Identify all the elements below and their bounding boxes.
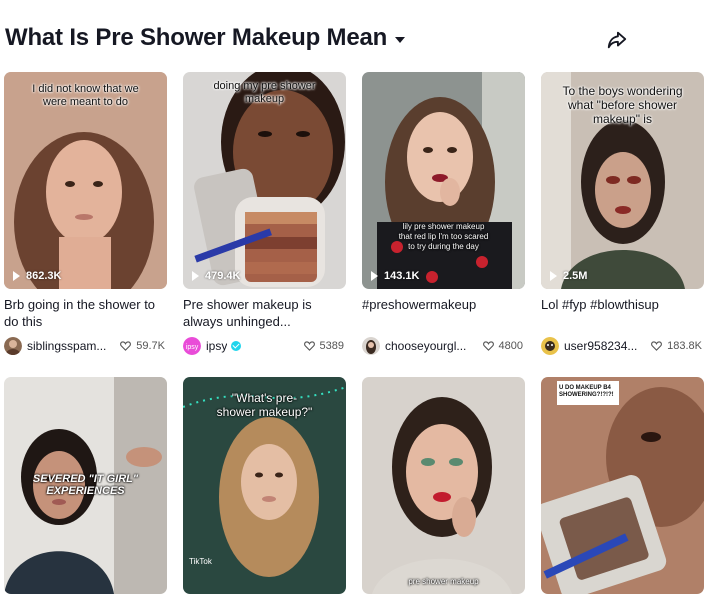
like-count: 183.8K [651, 340, 702, 352]
video-thumbnail-image [541, 377, 704, 594]
video-thumbnail[interactable]: To the boys wondering what "before showe… [541, 72, 704, 289]
video-thumbnail[interactable]: lily pre shower makeup that red lip I'm … [362, 72, 525, 289]
video-meta: user958234... 183.8K [541, 336, 704, 356]
video-thumbnail-image [362, 377, 525, 594]
video-overlay-text: U DO MAKEUP B4 SHOWERING?!?!?! [559, 385, 614, 398]
avatar[interactable] [4, 337, 22, 355]
video-thumbnail[interactable]: pre shower makeup [362, 377, 525, 594]
heart-icon [482, 341, 494, 351]
play-icon [550, 271, 557, 281]
search-header: What Is Pre Shower Makeup Mean [0, 0, 720, 72]
video-overlay-text: pre shower makeup [408, 577, 479, 586]
view-count: 143.1K [371, 270, 419, 282]
video-thumbnail[interactable]: doing my pre shower makeup 479.4K [183, 72, 346, 289]
video-meta: ipsy ipsy 5389 [183, 336, 346, 356]
video-description[interactable]: Pre shower makeup is always unhinged... [183, 296, 346, 330]
video-meta: siblingsspam... 59.7K [4, 336, 167, 356]
username[interactable]: user958234... [564, 339, 637, 353]
username[interactable]: ipsy [206, 339, 227, 353]
video-thumbnail[interactable]: "What's pre- shower makeup?" TikTok [183, 377, 346, 594]
video-thumbnail[interactable]: SEVERED "IT GIRL" EXPERIENCES [4, 377, 167, 594]
view-count: 479.4K [192, 270, 240, 282]
username[interactable]: siblingsspam... [27, 339, 106, 353]
play-icon [371, 271, 378, 281]
username[interactable]: chooseyourgl... [385, 339, 466, 353]
caret-down-icon [395, 36, 406, 43]
avatar[interactable] [541, 337, 559, 355]
play-icon [13, 271, 20, 281]
view-count: 862.3K [13, 270, 61, 282]
video-card[interactable]: U DO MAKEUP B4 SHOWERING?!?!?! [541, 377, 704, 594]
video-overlay-text: lily pre shower makeup that red lip I'm … [398, 222, 489, 251]
heart-icon [120, 341, 132, 351]
video-meta: chooseyourgl... 4800 [362, 336, 525, 356]
video-overlay-text: I did not know that we were meant to do [32, 83, 139, 108]
video-card[interactable]: pre shower makeup [362, 377, 525, 594]
heart-icon [303, 341, 315, 351]
verified-icon [231, 341, 242, 351]
video-card[interactable]: I did not know that we were meant to do … [4, 72, 167, 356]
video-description[interactable]: Brb going in the shower to do this [4, 296, 167, 330]
video-thumbnail-image [362, 72, 525, 289]
play-icon [192, 271, 199, 281]
video-card[interactable]: doing my pre shower makeup 479.4K Pre sh… [183, 72, 346, 356]
video-overlay-text: To the boys wondering what "before showe… [562, 84, 683, 126]
video-overlay-text: doing my pre shower makeup [213, 80, 316, 105]
video-card[interactable]: lily pre shower makeup that red lip I'm … [362, 72, 525, 356]
video-overlay-text: SEVERED "IT GIRL" EXPERIENCES [32, 473, 139, 497]
video-card[interactable]: "What's pre- shower makeup?" TikTok [183, 377, 346, 594]
video-thumbnail[interactable]: U DO MAKEUP B4 SHOWERING?!?!?! [541, 377, 704, 594]
video-thumbnail[interactable]: I did not know that we were meant to do … [4, 72, 167, 289]
video-description[interactable]: #preshowermakeup [362, 296, 525, 330]
video-overlay-text: "What's pre- shower makeup?" [216, 391, 313, 419]
tiktok-watermark: TikTok [189, 557, 212, 566]
view-count: 2.5M [550, 270, 587, 282]
page-title: What Is Pre Shower Makeup Mean [5, 24, 388, 51]
like-count: 59.7K [120, 340, 165, 352]
search-title-dropdown[interactable]: What Is Pre Shower Makeup Mean [5, 24, 406, 52]
avatar[interactable] [362, 337, 380, 355]
video-card[interactable]: SEVERED "IT GIRL" EXPERIENCES [4, 377, 167, 594]
like-count: 4800 [482, 340, 523, 352]
video-description[interactable]: Lol #fyp #blowthisup [541, 296, 704, 330]
like-count: 5389 [303, 340, 344, 352]
video-card[interactable]: To the boys wondering what "before showe… [541, 72, 704, 356]
heart-icon [651, 341, 663, 351]
share-icon[interactable] [606, 29, 628, 51]
svg-text:ipsy: ipsy [186, 344, 199, 351]
avatar[interactable]: ipsy [183, 337, 201, 355]
